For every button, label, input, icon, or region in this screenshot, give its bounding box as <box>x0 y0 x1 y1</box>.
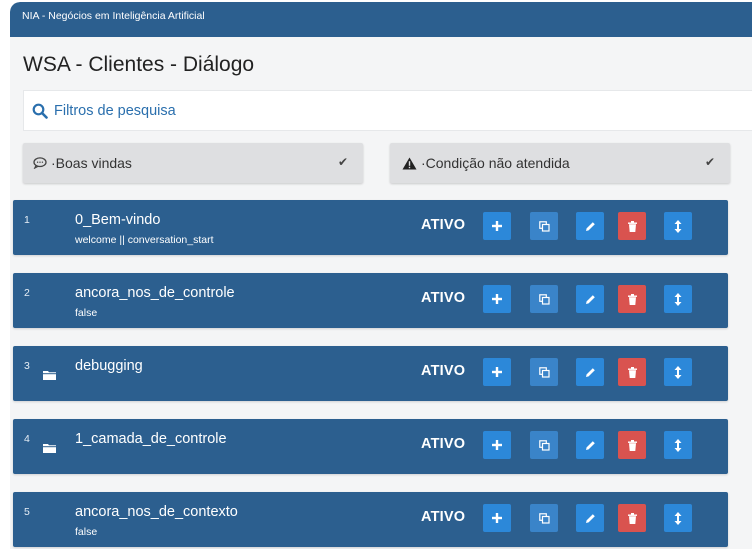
status-badge: ATIVO <box>421 290 466 306</box>
pencil-icon <box>585 440 595 450</box>
edit-button[interactable] <box>576 212 604 240</box>
status-badge: ATIVO <box>421 363 466 379</box>
table-row[interactable]: 5 ancora_nos_de_contexto false ATIVO <box>13 492 728 547</box>
row-number: 5 <box>24 506 30 518</box>
row-number: 4 <box>24 433 30 445</box>
row-number: 1 <box>24 214 30 226</box>
vertical-arrows-icon <box>674 438 682 452</box>
app-header: NIA - Negócios em Inteligência Artificia… <box>10 2 752 37</box>
copy-icon <box>538 293 550 305</box>
checkmark-icon: ✔ <box>704 155 715 169</box>
trash-icon <box>627 220 637 232</box>
filter-condicao-label: ·Condição não atendida <box>421 155 570 171</box>
copy-icon <box>538 220 550 232</box>
plus-icon <box>492 440 502 450</box>
plus-icon <box>492 294 502 304</box>
trash-icon <box>627 366 637 378</box>
reorder-button[interactable] <box>664 212 692 240</box>
trash-icon <box>627 293 637 305</box>
search-filters-toggle[interactable]: Filtros de pesquisa <box>23 90 752 131</box>
copy-button[interactable] <box>530 212 558 240</box>
copy-button[interactable] <box>530 504 558 532</box>
node-name: ancora_nos_de_controle <box>75 285 235 301</box>
reorder-button[interactable] <box>664 431 692 459</box>
status-badge: ATIVO <box>421 217 466 233</box>
reorder-button[interactable] <box>664 504 692 532</box>
node-name: debugging <box>75 358 143 374</box>
reorder-button[interactable] <box>664 285 692 313</box>
chat-icon <box>33 157 47 169</box>
node-name: 1_camada_de_controle <box>75 431 227 447</box>
search-icon <box>32 103 48 119</box>
checkmark-icon: ✔ <box>337 155 348 169</box>
vertical-arrows-icon <box>674 219 682 233</box>
folder-icon <box>43 440 56 458</box>
copy-button[interactable] <box>530 285 558 313</box>
node-name: ancora_nos_de_contexto <box>75 504 238 520</box>
filter-bar: ·Boas vindas ✔ ·Condição não atendida ✔ <box>10 143 752 193</box>
status-badge: ATIVO <box>421 436 466 452</box>
row-number: 2 <box>24 287 30 299</box>
copy-button[interactable] <box>530 431 558 459</box>
node-condition: false <box>75 307 98 319</box>
app-title: NIA - Negócios em Inteligência Artificia… <box>22 10 205 22</box>
status-badge: ATIVO <box>421 509 466 525</box>
reorder-button[interactable] <box>664 358 692 386</box>
edit-button[interactable] <box>576 504 604 532</box>
filter-condicao-nao-atendida[interactable]: ·Condição não atendida ✔ <box>390 143 730 183</box>
pencil-icon <box>585 221 595 231</box>
warning-icon <box>402 157 417 170</box>
copy-button[interactable] <box>530 358 558 386</box>
plus-icon <box>492 513 502 523</box>
search-filters-label: Filtros de pesquisa <box>54 102 176 119</box>
delete-button[interactable] <box>618 358 646 386</box>
plus-icon <box>492 221 502 231</box>
trash-icon <box>627 512 637 524</box>
add-button[interactable] <box>483 285 511 313</box>
add-button[interactable] <box>483 212 511 240</box>
delete-button[interactable] <box>618 504 646 532</box>
table-row[interactable]: 2 ancora_nos_de_controle false ATIVO <box>13 273 728 328</box>
filter-boas-vindas-label: ·Boas vindas <box>51 155 132 171</box>
vertical-arrows-icon <box>674 365 682 379</box>
table-row[interactable]: 1 0_Bem-vindo welcome || conversation_st… <box>13 200 728 255</box>
pencil-icon <box>585 294 595 304</box>
pencil-icon <box>585 367 595 377</box>
delete-button[interactable] <box>618 285 646 313</box>
edit-button[interactable] <box>576 285 604 313</box>
trash-icon <box>627 439 637 451</box>
copy-icon <box>538 512 550 524</box>
add-button[interactable] <box>483 504 511 532</box>
copy-icon <box>538 439 550 451</box>
dialog-node-list: 1 0_Bem-vindo welcome || conversation_st… <box>13 200 728 549</box>
folder-icon <box>43 367 56 385</box>
table-row[interactable]: 3 debugging ATIVO <box>13 346 728 401</box>
edit-button[interactable] <box>576 431 604 459</box>
add-button[interactable] <box>483 358 511 386</box>
row-number: 3 <box>24 360 30 372</box>
copy-icon <box>538 366 550 378</box>
filter-boas-vindas[interactable]: ·Boas vindas ✔ <box>23 143 363 183</box>
node-condition: false <box>75 526 98 538</box>
node-name: 0_Bem-vindo <box>75 212 161 228</box>
delete-button[interactable] <box>618 212 646 240</box>
delete-button[interactable] <box>618 431 646 459</box>
add-button[interactable] <box>483 431 511 459</box>
table-row[interactable]: 4 1_camada_de_controle ATIVO <box>13 419 728 474</box>
vertical-arrows-icon <box>674 511 682 525</box>
node-condition: welcome || conversation_start <box>75 234 214 246</box>
pencil-icon <box>585 513 595 523</box>
plus-icon <box>492 367 502 377</box>
page-title: WSA - Clientes - Diálogo <box>23 53 255 76</box>
vertical-arrows-icon <box>674 292 682 306</box>
edit-button[interactable] <box>576 358 604 386</box>
